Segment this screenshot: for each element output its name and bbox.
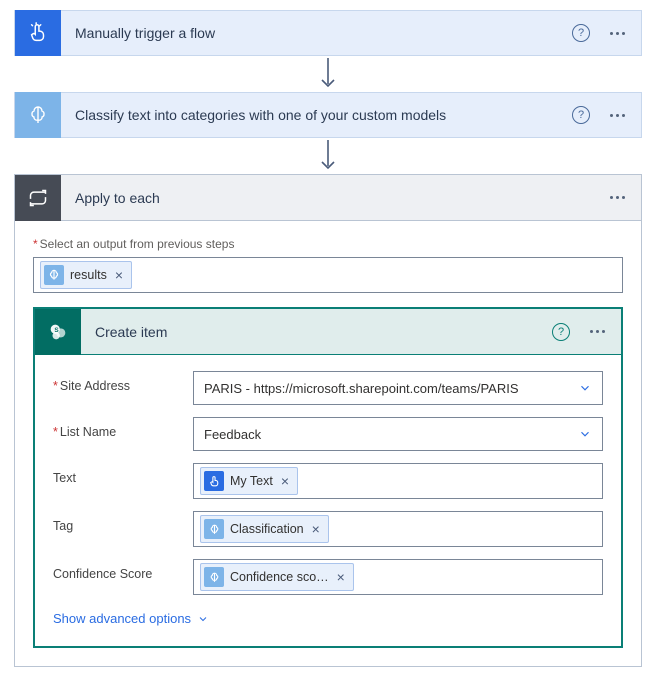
step-title: Classify text into categories with one o… [61, 107, 572, 123]
help-icon[interactable]: ? [572, 106, 590, 124]
loop-icon [15, 175, 61, 221]
site-address-value: PARIS - https://microsoft.sharepoint.com… [204, 381, 519, 396]
token-remove-icon[interactable]: × [113, 268, 125, 282]
create-item-card: S Create item ? Site Address PARIS - htt… [33, 307, 623, 648]
step-trigger-card[interactable]: Manually trigger a flow ? [14, 10, 642, 56]
create-item-header[interactable]: S Create item ? [35, 309, 621, 355]
svg-text:S: S [54, 327, 59, 334]
site-address-label: Site Address [53, 371, 193, 393]
token-classification[interactable]: Classification × [200, 515, 329, 543]
chevron-down-icon [578, 427, 592, 441]
token-label: Classification [230, 522, 304, 536]
brain-icon [204, 567, 224, 587]
connector-arrow [14, 138, 642, 174]
confidence-label: Confidence Score [53, 559, 193, 581]
brain-icon [44, 265, 64, 285]
token-my-text[interactable]: My Text × [200, 467, 298, 495]
brain-icon [204, 519, 224, 539]
apply-to-each-header[interactable]: Apply to each [15, 175, 641, 221]
tag-field[interactable]: Classification × [193, 511, 603, 547]
step-title: Manually trigger a flow [61, 25, 572, 41]
show-advanced-link[interactable]: Show advanced options [53, 611, 209, 626]
help-icon[interactable]: ? [572, 24, 590, 42]
list-name-label: List Name [53, 417, 193, 439]
chevron-down-icon [578, 381, 592, 395]
brain-icon [15, 92, 61, 138]
select-output-label: Select an output from previous steps [33, 237, 623, 251]
token-label: My Text [230, 474, 273, 488]
more-menu-icon[interactable] [606, 28, 629, 39]
text-field[interactable]: My Text × [193, 463, 603, 499]
apply-to-each-container: Apply to each Select an output from prev… [14, 174, 642, 667]
token-confidence[interactable]: Confidence sco… × [200, 563, 354, 591]
chevron-down-icon [197, 613, 209, 625]
token-label: results [70, 268, 107, 282]
more-menu-icon[interactable] [606, 110, 629, 121]
token-remove-icon[interactable]: × [279, 474, 291, 488]
token-remove-icon[interactable]: × [335, 570, 347, 584]
touch-icon [15, 10, 61, 56]
step-classify-card[interactable]: Classify text into categories with one o… [14, 92, 642, 138]
tag-label: Tag [53, 511, 193, 533]
touch-icon [204, 471, 224, 491]
site-address-dropdown[interactable]: PARIS - https://microsoft.sharepoint.com… [193, 371, 603, 405]
help-icon[interactable]: ? [552, 323, 570, 341]
step-title: Apply to each [61, 190, 606, 206]
confidence-field[interactable]: Confidence sco… × [193, 559, 603, 595]
more-menu-icon[interactable] [606, 192, 629, 203]
show-advanced-label: Show advanced options [53, 611, 191, 626]
list-name-dropdown[interactable]: Feedback [193, 417, 603, 451]
sharepoint-icon: S [35, 309, 81, 355]
token-remove-icon[interactable]: × [310, 522, 322, 536]
list-name-value: Feedback [204, 427, 261, 442]
connector-arrow [14, 56, 642, 92]
token-results[interactable]: results × [40, 261, 132, 289]
step-title: Create item [81, 324, 552, 340]
more-menu-icon[interactable] [586, 326, 609, 337]
text-label: Text [53, 463, 193, 485]
select-output-field[interactable]: results × [33, 257, 623, 293]
token-label: Confidence sco… [230, 570, 329, 584]
